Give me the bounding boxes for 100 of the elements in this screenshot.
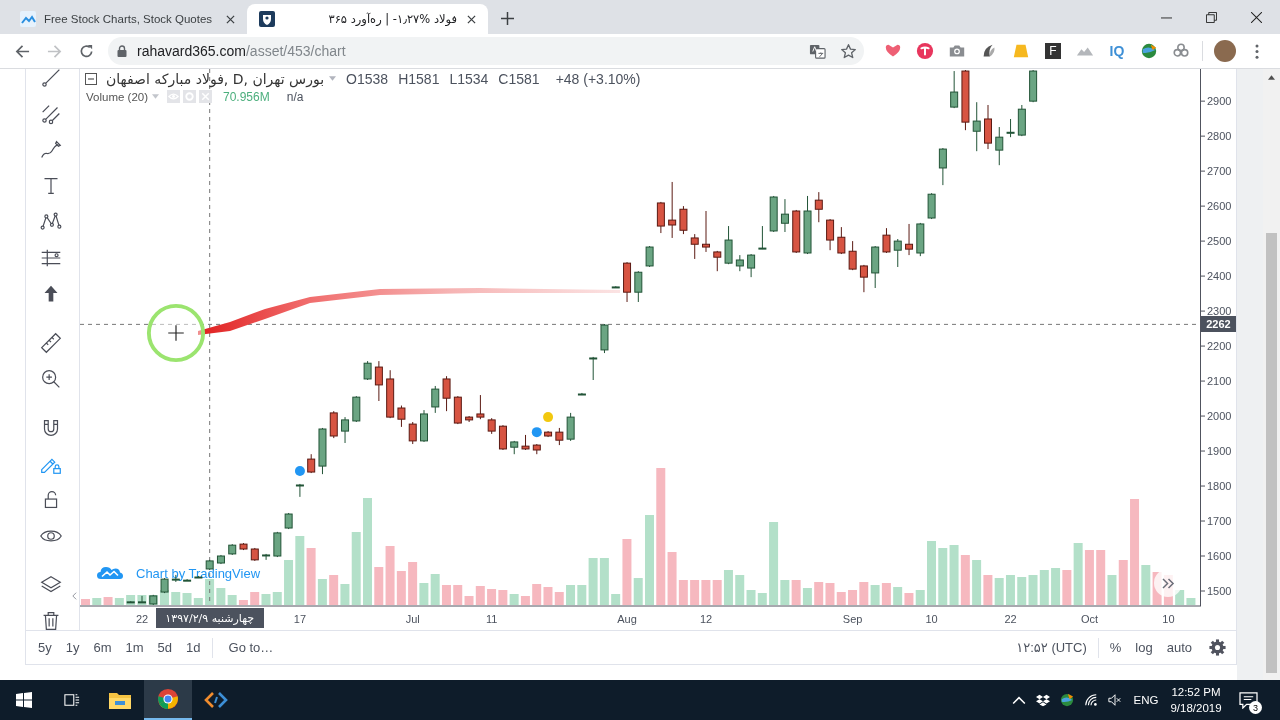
profile-avatar[interactable] xyxy=(1214,40,1236,62)
candle xyxy=(228,543,237,556)
axis-label: 1800 xyxy=(1207,480,1232,493)
goto-button[interactable]: Go to… xyxy=(216,640,281,655)
globe-icon[interactable] xyxy=(1140,42,1158,60)
axis-label: 10 xyxy=(1162,613,1175,625)
globe-icon[interactable] xyxy=(1060,693,1074,707)
scrollbar-thumb[interactable] xyxy=(1266,233,1277,673)
scroll-up-icon[interactable] xyxy=(1268,75,1275,80)
scale-button[interactable]: % xyxy=(1102,640,1129,655)
candle xyxy=(442,375,451,412)
candle xyxy=(194,575,203,579)
letter-tile-icon[interactable]: F xyxy=(1045,43,1061,59)
candle xyxy=(735,254,744,272)
candle xyxy=(126,600,135,604)
candle xyxy=(589,356,598,381)
axis-label: Sep xyxy=(842,613,863,625)
address-bar[interactable]: rahavard365.com/asset/453/chart xyxy=(108,37,864,65)
candle xyxy=(916,222,925,257)
axis-label: 2100 xyxy=(1207,375,1232,388)
ohlc-value: H1581 xyxy=(398,70,440,87)
close-icon[interactable] xyxy=(467,14,476,24)
candle xyxy=(837,226,846,255)
candle xyxy=(205,559,214,571)
dropbox-icon[interactable] xyxy=(1036,693,1050,707)
notifications-icon[interactable] xyxy=(1238,691,1258,709)
axis-label: 17 xyxy=(293,613,307,625)
candle xyxy=(555,427,564,446)
axis-label: 12 xyxy=(699,613,713,625)
candle xyxy=(780,198,789,233)
close-icon[interactable] xyxy=(1251,11,1262,23)
circle-badge-icon[interactable] xyxy=(916,42,934,60)
clock[interactable]: 12:52 PM 9/18/2019 xyxy=(1165,684,1227,716)
range-button[interactable]: 5d xyxy=(150,640,180,655)
range-button[interactable]: 6m xyxy=(86,640,119,655)
candle xyxy=(465,415,474,423)
candle xyxy=(972,101,981,152)
restore-icon[interactable] xyxy=(1206,11,1217,23)
range-button[interactable]: 1m xyxy=(118,640,151,655)
axis-label: 2400 xyxy=(1207,270,1232,283)
candle xyxy=(1029,69,1038,103)
plus-icon[interactable] xyxy=(501,12,514,25)
reload-icon[interactable] xyxy=(78,43,94,59)
candle xyxy=(216,554,225,565)
candle xyxy=(138,595,146,604)
axis-label: 22 xyxy=(1004,613,1017,625)
candle xyxy=(498,424,507,451)
range-button[interactable]: 1d xyxy=(179,640,208,655)
scale-button[interactable]: log xyxy=(1128,640,1160,655)
windows-start-icon[interactable] xyxy=(16,692,32,708)
candle xyxy=(679,205,688,235)
page-scrollbar[interactable] xyxy=(1263,69,1280,680)
candle xyxy=(938,147,947,186)
scale-button[interactable]: auto xyxy=(1159,640,1199,655)
candle xyxy=(950,70,959,109)
candle xyxy=(408,421,417,445)
range-button[interactable]: 5y xyxy=(31,640,59,655)
browser-tab[interactable]: فولاد %۱٫۲۷- | ره‌آورد ۳۶۵ xyxy=(247,4,488,34)
task-view-icon[interactable] xyxy=(64,692,80,708)
close-icon[interactable] xyxy=(226,14,235,24)
collapse-icon[interactable] xyxy=(85,72,97,85)
rings-icon[interactable] xyxy=(1172,42,1190,60)
settings-icon[interactable] xyxy=(1209,639,1226,656)
lock-icon xyxy=(117,45,127,57)
wifi-icon[interactable] xyxy=(1084,693,1098,707)
taskbar-app-button[interactable] xyxy=(144,680,192,720)
candle xyxy=(566,412,575,442)
axis-label: 10 xyxy=(925,613,938,625)
language-indicator[interactable]: ENG xyxy=(1127,694,1165,706)
event-marker-icon[interactable] xyxy=(294,466,305,476)
candle xyxy=(995,126,1004,166)
candle xyxy=(702,210,710,253)
axis-label: 2500 xyxy=(1207,235,1232,248)
candle xyxy=(262,553,271,561)
candle xyxy=(453,395,462,425)
candle xyxy=(814,191,823,223)
indicator-title[interactable]: Volume (20) xyxy=(86,90,148,103)
menu-icon[interactable] xyxy=(1255,43,1259,59)
event-marker-icon[interactable] xyxy=(543,412,554,423)
symbol-title[interactable]: فولاد مبارکه اصفهان, D, بورس تهران xyxy=(106,70,325,87)
axis-label: 2800 xyxy=(1207,130,1232,143)
candle xyxy=(859,264,868,293)
timezone-button[interactable]: ۱۲:۵۲ (UTC) xyxy=(1009,640,1094,655)
candle xyxy=(386,369,395,419)
axis-label: 1700 xyxy=(1207,515,1232,527)
candle xyxy=(431,385,440,414)
ohlc-value: C1581 xyxy=(498,70,540,87)
back-arrow-icon[interactable] xyxy=(14,43,30,59)
event-marker-icon[interactable] xyxy=(531,427,542,438)
star-icon[interactable] xyxy=(840,42,857,60)
candle xyxy=(397,405,406,428)
browser-tab[interactable]: Free Stock Charts, Stock Quotes xyxy=(8,4,247,34)
candle xyxy=(611,285,620,289)
range-button[interactable]: 1y xyxy=(58,640,87,655)
candle xyxy=(724,225,733,265)
indicator-value: n/a xyxy=(286,89,304,104)
speaker-muted-icon[interactable] xyxy=(1108,693,1122,707)
translate-icon[interactable] xyxy=(809,42,826,60)
axis-label: 2900 xyxy=(1207,95,1232,108)
axis-label: 2000 xyxy=(1207,410,1232,423)
